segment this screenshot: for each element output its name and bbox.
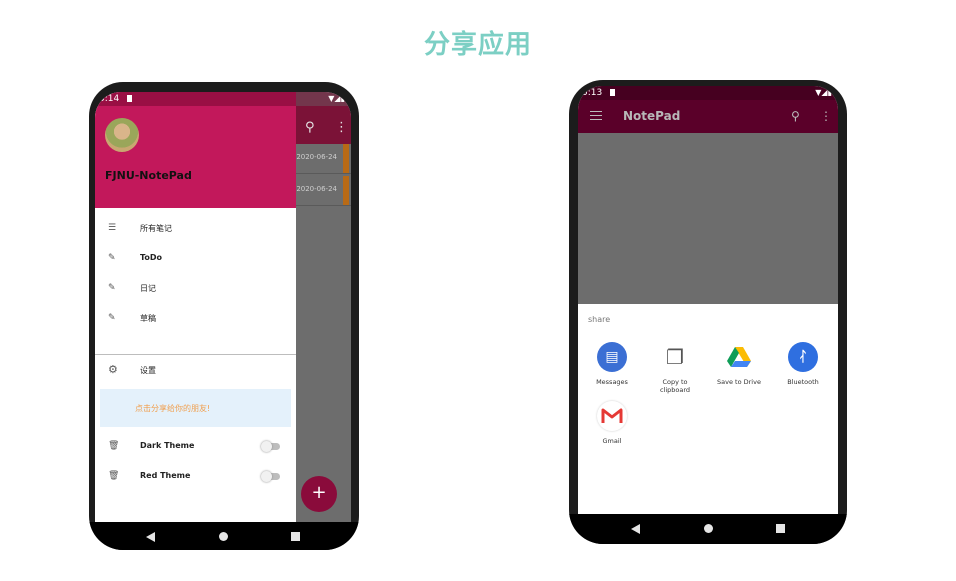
share-target-label: Copy to clipboard: [659, 378, 691, 394]
navigation-drawer: FJNU-NotePad ☰ 所有笔记 ✎ ToDo ✎ 日记 ✎ 草稿 ⚙ 设: [95, 92, 296, 522]
drawer-item-label: 设置: [140, 366, 156, 375]
note-color-bar: [343, 176, 349, 205]
bluetooth-icon: ᛮ: [788, 342, 818, 372]
system-nav-bar: [569, 514, 847, 544]
share-target-label: Save to Drive: [717, 378, 761, 386]
drive-icon: [724, 342, 754, 372]
notification-icon: [127, 95, 133, 102]
phone-frame-drawer: ⚲ ⋮ 2020-06-24 2020-06-24 + FJNU-NotePad…: [89, 82, 359, 550]
drawer-item-label: Dark Theme: [140, 441, 195, 450]
system-nav-bar: [89, 522, 359, 550]
drawer-item-dark-theme[interactable]: 🗑 Dark Theme: [95, 432, 296, 462]
drawer-item-label: Red Theme: [140, 471, 191, 480]
dimmed-content: [578, 133, 838, 304]
overflow-menu-icon[interactable]: ⋮: [820, 109, 832, 123]
drawer-item-diary[interactable]: ✎ 日记: [95, 274, 296, 304]
phone-screen: 5:13 ▼◢▮ NotePad ⚲ ⋮ share ▤ Messages ❐ …: [578, 86, 838, 514]
share-target-messages[interactable]: ▤ Messages: [582, 342, 642, 386]
status-bar: 5:14 ▼◢▮: [95, 92, 351, 106]
drawer-item-red-theme[interactable]: 🗑 Red Theme: [95, 462, 296, 492]
share-target-label: Gmail: [602, 437, 622, 445]
share-target-gmail[interactable]: Gmail: [582, 401, 642, 445]
note-date: 2020-06-24: [296, 185, 337, 193]
share-sheet: share ▤ Messages ❐ Copy to clipboard Sav…: [578, 304, 838, 486]
signal-icon: ▼◢▮: [815, 88, 832, 97]
phone-screen: ⚲ ⋮ 2020-06-24 2020-06-24 + FJNU-NotePad…: [95, 92, 351, 522]
app-bar: NotePad ⚲ ⋮: [578, 100, 838, 133]
menu-icon[interactable]: [590, 111, 602, 120]
share-app-text: 点击分享给你的朋友!: [135, 404, 211, 413]
notification-icon: [610, 89, 616, 96]
dark-theme-toggle[interactable]: [261, 441, 280, 452]
drawer-item-settings[interactable]: ⚙ 设置: [95, 356, 296, 386]
overflow-menu-icon[interactable]: ⋮: [335, 120, 348, 135]
share-target-label: Bluetooth: [787, 378, 819, 386]
drawer-app-name: FJNU-NotePad: [105, 169, 192, 182]
avatar[interactable]: [105, 118, 139, 152]
pencil-icon: ✎: [108, 313, 116, 323]
drawer-divider: [95, 354, 296, 355]
messages-icon: ▤: [597, 342, 627, 372]
notes-icon: ☰: [108, 223, 117, 233]
home-icon[interactable]: [704, 524, 713, 533]
note-date: 2020-06-24: [296, 153, 337, 161]
red-theme-toggle[interactable]: [261, 471, 280, 482]
share-sheet-title: share: [588, 315, 611, 324]
recents-icon[interactable]: [776, 524, 785, 533]
phone-frame-share: 5:13 ▼◢▮ NotePad ⚲ ⋮ share ▤ Messages ❐ …: [569, 80, 847, 544]
drawer-item-all-notes[interactable]: ☰ 所有笔记: [95, 214, 296, 244]
status-time: 5:13: [582, 88, 603, 98]
drawer-item-label: 草稿: [140, 314, 156, 323]
gmail-icon: [597, 401, 627, 431]
trash-icon: 🗑: [108, 471, 120, 481]
drawer-header: FJNU-NotePad: [95, 92, 296, 208]
share-app-banner[interactable]: 点击分享给你的朋友!: [100, 389, 291, 427]
share-target-drive[interactable]: Save to Drive: [709, 342, 769, 386]
add-note-button[interactable]: +: [301, 476, 337, 512]
drawer-item-drafts[interactable]: ✎ 草稿: [95, 304, 296, 334]
back-icon[interactable]: [146, 532, 155, 542]
status-bar: 5:13 ▼◢▮: [578, 86, 838, 100]
app-title: NotePad: [623, 109, 681, 123]
trash-icon: 🗑: [108, 441, 120, 451]
drawer-item-label: 日记: [140, 284, 156, 293]
page-title: 分享应用: [423, 30, 532, 60]
signal-icon: ▼◢▮: [328, 94, 345, 103]
drawer-item-label: 所有笔记: [140, 224, 172, 233]
pencil-icon: ✎: [108, 283, 116, 293]
share-target-label: Messages: [596, 378, 628, 386]
search-icon[interactable]: ⚲: [791, 109, 800, 123]
drawer-item-todo[interactable]: ✎ ToDo: [95, 244, 296, 274]
home-icon[interactable]: [219, 532, 228, 541]
recents-icon[interactable]: [291, 532, 300, 541]
note-color-bar: [343, 144, 349, 173]
back-icon[interactable]: [631, 524, 640, 534]
status-time: 5:14: [99, 94, 120, 104]
share-target-bluetooth[interactable]: ᛮ Bluetooth: [773, 342, 833, 386]
share-target-copy[interactable]: ❐ Copy to clipboard: [645, 342, 705, 394]
search-icon[interactable]: ⚲: [305, 120, 315, 135]
pencil-icon: ✎: [108, 253, 116, 263]
drawer-item-label: ToDo: [140, 253, 163, 262]
gear-icon: ⚙: [108, 363, 118, 376]
copy-icon: ❐: [666, 345, 684, 369]
